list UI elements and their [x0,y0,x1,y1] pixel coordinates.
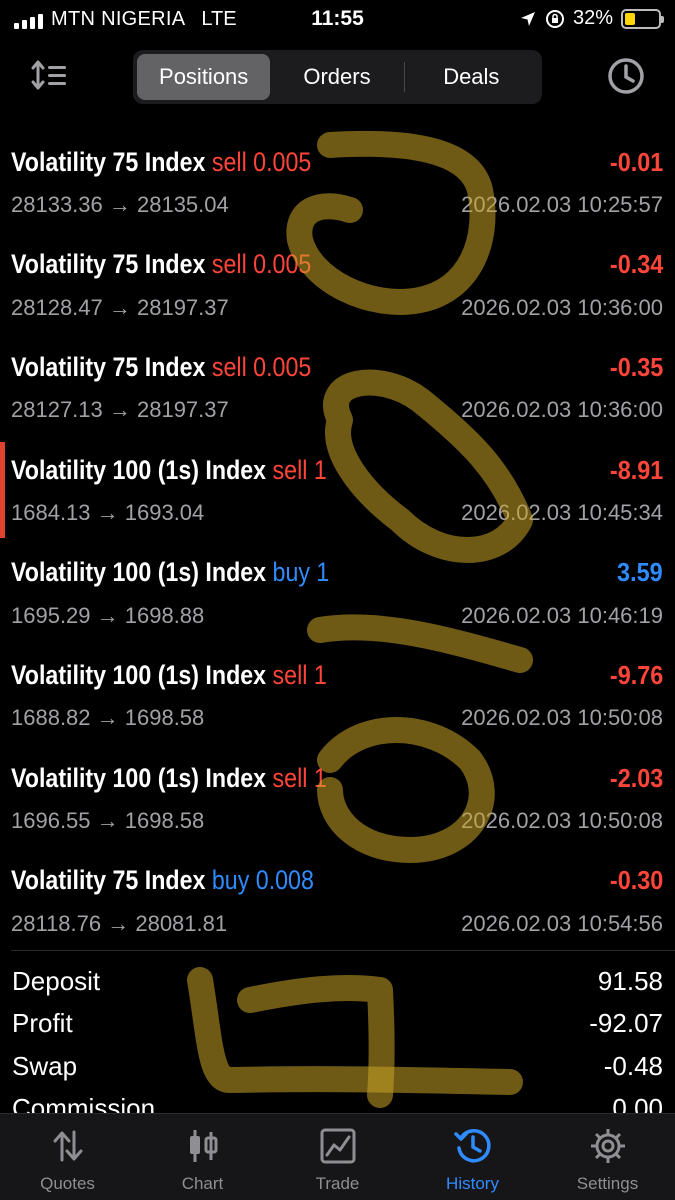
position-title: Volatility 75 Index buy 0.008 [11,865,314,896]
position-symbol: Volatility 75 Index [11,146,206,177]
position-side: sell 0.005 [211,249,312,280]
tab-label: History [446,1174,499,1193]
tab-label: Settings [576,1174,639,1193]
position-title: Volatility 75 Index sell 0.005 [11,147,311,178]
history-icon [453,1129,491,1163]
position-profit: -2.03 [609,762,663,793]
position-profit: -0.01 [609,146,663,177]
clock-icon[interactable] [607,57,645,95]
summary-value: 91.58 [597,965,663,996]
position-prices: 28133.36 → 28135.04 [11,192,229,217]
battery-icon [621,8,664,29]
position-profit: -9.76 [609,659,663,690]
summary-row-deposit: Deposit 91.58 [0,960,675,1003]
position-row[interactable]: Volatility 75 Index sell 0.005 -0.34 281… [0,233,675,336]
position-profit: -8.91 [609,454,663,485]
position-row[interactable]: Volatility 75 Index sell 0.005 -0.35 281… [0,335,675,438]
position-side: buy 0.008 [211,865,314,896]
tab-history[interactable]: History [405,1114,540,1200]
position-time: 2026.02.03 10:50:08 [461,705,663,731]
position-row[interactable]: Volatility 100 (1s) Index sell 1 -9.76 1… [0,643,675,746]
position-title: Volatility 100 (1s) Index sell 1 [11,763,327,794]
tab-label: Trade [315,1174,360,1193]
position-side: sell 1 [272,659,327,690]
position-title: Volatility 75 Index sell 0.005 [11,249,311,280]
position-prices: 28127.13 → 28197.37 [11,397,229,423]
position-symbol: Volatility 100 (1s) Index [11,557,267,588]
summary-label: Deposit [12,965,101,996]
summary-value: -92.07 [589,1008,663,1039]
position-title: Volatility 75 Index sell 0.005 [11,352,311,383]
summary-row-profit: Profit -92.07 [0,1003,675,1046]
tab-quotes[interactable]: Quotes [0,1114,135,1200]
battery-percent: 32% [572,7,613,29]
summary-row-swap: Swap -0.48 [0,1045,675,1088]
position-side: sell 0.005 [211,146,312,177]
status-bar: MTN NIGERIA LTE 11:55 32% [0,0,675,40]
summary-label: Swap [12,1050,78,1081]
location-arrow-icon [520,11,535,26]
summary-label: Profit [12,1008,73,1039]
tab-settings[interactable]: Settings [540,1114,675,1200]
list-divider [11,950,675,951]
position-symbol: Volatility 75 Index [11,351,206,382]
tab-label: Chart [181,1174,224,1193]
trade-chart-icon [320,1128,355,1164]
segmented-control: Positions Orders Deals [133,50,542,104]
sort-icon[interactable] [30,59,70,93]
position-row[interactable]: Volatility 100 (1s) Index sell 1 -2.03 1… [0,746,675,849]
position-profit: 3.59 [617,557,663,588]
position-symbol: Volatility 75 Index [11,249,206,280]
account-summary: Deposit 91.58 Profit -92.07 Swap -0.48 C… [0,960,675,1130]
position-title: Volatility 100 (1s) Index sell 1 [11,660,327,691]
position-symbol: Volatility 100 (1s) Index [11,762,267,793]
gear-icon [590,1129,625,1163]
position-time: 2026.02.03 10:50:08 [461,808,663,834]
position-row[interactable]: Volatility 75 Index sell 0.005 -0.01 281… [0,130,675,233]
bottom-tab-bar: Quotes Chart Trade History Settings [0,1113,675,1200]
position-time: 2026.02.03 10:45:34 [461,500,663,526]
position-side: sell 1 [272,454,327,485]
orientation-lock-icon [545,9,564,28]
position-symbol: Volatility 100 (1s) Index [11,659,267,690]
position-row-selected[interactable]: Volatility 100 (1s) Index sell 1 -8.91 1… [0,438,675,541]
candlestick-chart-icon [189,1130,217,1162]
position-side: sell 1 [272,762,327,793]
position-prices: 1696.55 → 1698.58 [11,808,205,834]
summary-value: -0.48 [603,1050,663,1081]
position-prices: 28118.76 → 28081.81 [11,910,228,936]
position-title: Volatility 100 (1s) Index sell 1 [11,455,327,486]
tab-chart[interactable]: Chart [135,1114,270,1200]
tab-orders[interactable]: Orders [270,54,403,100]
position-profit: -0.30 [609,865,663,896]
position-prices: 1695.29 → 1698.88 [11,602,205,628]
tab-deals[interactable]: Deals [405,54,538,100]
position-prices: 1688.82 → 1698.58 [11,705,205,731]
position-row[interactable]: Volatility 100 (1s) Index buy 1 3.59 169… [0,541,675,644]
tab-label: Quotes [40,1174,95,1193]
position-prices: 1684.13 → 1693.04 [11,500,205,526]
top-navigation: Positions Orders Deals [0,47,675,107]
tab-positions[interactable]: Positions [137,54,271,100]
position-side: sell 0.005 [211,351,312,382]
quotes-icon [53,1130,82,1162]
position-side: buy 1 [272,557,330,588]
position-time: 2026.02.03 10:54:56 [461,910,663,936]
position-time: 2026.02.03 10:46:19 [461,602,663,628]
position-time: 2026.02.03 10:36:00 [461,397,663,423]
position-time: 2026.02.03 10:25:57 [461,192,663,217]
position-row[interactable]: Volatility 75 Index buy 0.008 -0.30 2811… [0,849,675,952]
position-symbol: Volatility 100 (1s) Index [11,454,267,485]
positions-list: Volatility 75 Index sell 0.005 -0.01 281… [0,130,675,952]
position-time: 2026.02.03 10:36:00 [461,294,663,320]
tab-trade[interactable]: Trade [270,1114,405,1200]
position-title: Volatility 100 (1s) Index buy 1 [11,557,329,588]
position-symbol: Volatility 75 Index [11,865,206,896]
position-profit: -0.35 [609,351,663,382]
position-profit: -0.34 [609,249,663,280]
position-prices: 28128.47 → 28197.37 [11,294,229,320]
